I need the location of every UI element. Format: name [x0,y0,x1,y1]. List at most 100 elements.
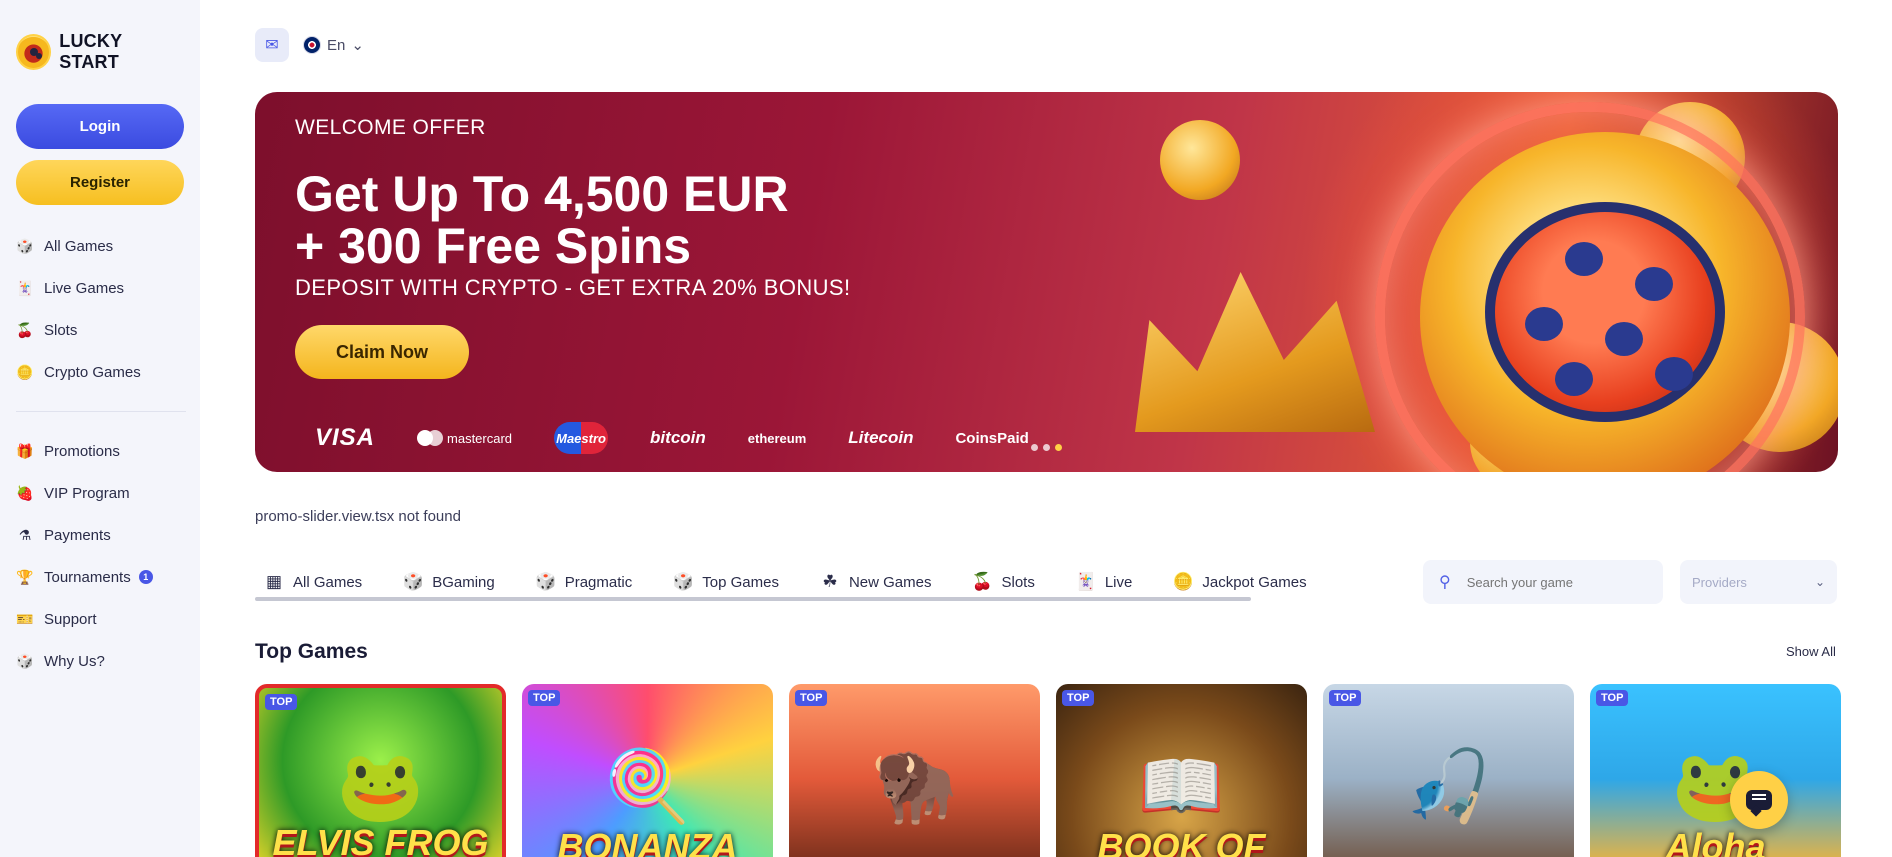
dice-icon: 🎲 [672,572,694,591]
cherry-icon: 🍒 [971,572,994,591]
sidebar-item-promotions[interactable]: 🎁 Promotions [16,430,184,472]
mastercard-logo: mastercard [417,430,512,446]
sidebar-item-live-games[interactable]: 🃏 Live Games [16,267,184,309]
sidebar-item-crypto-games[interactable]: 🪙 Crypto Games [16,351,184,393]
candy-art-icon: 🍭 [603,747,692,826]
slider-dots [1031,444,1062,451]
live-chat-button[interactable] [1730,771,1788,829]
sidebar-item-label: All Games [44,237,114,255]
dice-icon: 🎲 [402,572,424,591]
sidebar-item-label: Live Games [44,279,125,297]
sidebar-item-label: Tournaments [44,568,131,586]
brand-name: LUCKY START [59,31,122,72]
bitcoin-logo: bitcoin [650,428,706,447]
game-card[interactable]: 🐸 ELVIS FROG TOP [255,684,506,857]
top-badge: TOP [1596,690,1629,706]
promo-banner[interactable]: WELCOME OFFER Get Up To 4,500 EUR + 300 … [255,92,1838,472]
game-card[interactable]: 🦬 TOP [789,684,1040,857]
dice-icon: 🎲 [16,652,34,669]
inbox-icon: ✉ [265,37,279,54]
visa-logo: VISA [315,424,376,451]
strawberry-icon: 🍓 [16,484,34,501]
tab-label: Live [1104,573,1133,591]
login-button[interactable]: Login [16,104,184,149]
headline-line-2: + 300 Free Spins [295,218,692,274]
sidebar-item-slots[interactable]: 🍒 Slots [16,309,184,351]
grid-icon: ▦ [265,572,283,591]
sidebar-nav-main: 🎲 All Games 🃏 Live Games 🍒 Slots 🪙 Crypt… [16,225,184,393]
sidebar-item-label: Slots [44,321,78,339]
sidebar-item-support[interactable]: 🎫 Support [16,598,184,640]
providers-placeholder: Providers [1692,574,1747,590]
search-input[interactable] [1466,574,1627,590]
gift-icon: 🎁 [16,442,34,459]
game-card[interactable]: 🍭 BONANZA TOP [522,684,773,857]
tab-jackpot-games[interactable]: 🪙 Jackpot Games [1164,564,1314,600]
coin-icon: 🪙 [1172,572,1194,591]
section-title: Top Games [255,640,368,663]
game-title: BOOK OF [1097,826,1266,857]
top-badge: TOP [528,690,561,706]
games-row: 🐸 ELVIS FROG TOP 🍭 BONANZA TOP 🦬 TOP 📖 B… [255,684,1841,857]
ladybug-spot [1655,357,1693,391]
game-search[interactable]: ⚲ [1423,560,1663,604]
tab-all-games[interactable]: ▦ All Games [255,564,370,600]
register-button[interactable]: Register [16,160,184,205]
sidebar-item-payments[interactable]: ⚗ Payments [16,514,184,556]
game-card[interactable]: 🎣 TOP [1323,684,1574,857]
sidebar-divider [16,411,186,412]
logo[interactable]: LUCKY START [16,0,184,104]
game-title: BONANZA [557,826,738,857]
ladybug-image [1485,202,1725,422]
uk-flag-icon [303,36,321,54]
banner-subline: DEPOSIT WITH CRYPTO - GET EXTRA 20% BONU… [295,275,851,300]
tab-new-games[interactable]: ☘ New Games [811,564,940,600]
show-all-link[interactable]: Show All [1786,644,1836,659]
ladybug-spot [1605,322,1643,356]
mastercard-label: mastercard [447,430,513,446]
sidebar-item-label: Why Us? [44,652,105,670]
cards-icon: 🃏 [1075,572,1097,591]
tab-label: Jackpot Games [1202,573,1307,591]
top-badge: TOP [1062,690,1095,706]
banner-kicker: WELCOME OFFER [295,116,486,139]
top-badge: TOP [795,690,828,706]
payment-logos: VISA mastercard Maestro bitcoin ethereum… [315,422,1029,454]
slider-dot[interactable] [1043,444,1050,451]
sidebar-item-all-games[interactable]: 🎲 All Games [16,225,184,267]
tab-pragmatic[interactable]: 🎲 Pragmatic [527,564,641,600]
slider-dot-active[interactable] [1055,444,1062,451]
dice-icon: 🎲 [16,237,34,254]
language-selector[interactable]: En ⌄ [303,36,364,54]
cards-icon: 🃏 [16,279,34,296]
ladybug-spot [1525,307,1563,341]
ethereum-logo: ethereum [747,430,807,446]
tab-slots[interactable]: 🍒 Slots [963,564,1042,600]
litecoin-logo: Litecoin [848,428,914,447]
sidebar-item-why-us[interactable]: 🎲 Why Us? [16,640,184,682]
sidebar-item-label: Support [44,610,97,628]
slider-dot[interactable] [1031,444,1038,451]
game-card[interactable]: 📖 BOOK OF TOP [1056,684,1307,857]
sidebar-item-tournaments[interactable]: 🏆 Tournaments 1 [16,556,184,598]
sidebar: LUCKY START Login Register 🎲 All Games 🃏… [0,0,200,857]
tab-live[interactable]: 🃏 Live [1067,564,1141,600]
mastercard-circles-icon [417,430,444,446]
providers-dropdown[interactable]: Providers ⌄ [1680,560,1837,604]
tab-label: Top Games [702,573,779,591]
casino-app: LUCKY START Login Register 🎲 All Games 🃏… [0,0,1892,857]
dice-icon: 🎲 [535,572,557,591]
clover-icon: ☘ [822,572,838,591]
ladybug-logo-icon [16,34,52,70]
sidebar-nav-secondary: 🎁 Promotions 🍓 VIP Program ⚗ Payments 🏆 … [16,430,184,682]
error-notice: promo-slider.view.tsx not found [255,508,461,525]
tab-top-games[interactable]: 🎲 Top Games [664,564,787,600]
sidebar-item-vip-program[interactable]: 🍓 VIP Program [16,472,184,514]
coin-icon: 🪙 [16,363,34,380]
game-card[interactable]: 🐸 Aloha TOP [1590,684,1841,857]
sidebar-item-label: VIP Program [44,484,130,502]
inbox-button[interactable]: ✉ [255,28,289,62]
tabs-scrollbar[interactable] [255,597,1251,601]
claim-now-button[interactable]: Claim Now [295,325,469,379]
tab-bgaming[interactable]: 🎲 BGaming [394,564,503,600]
